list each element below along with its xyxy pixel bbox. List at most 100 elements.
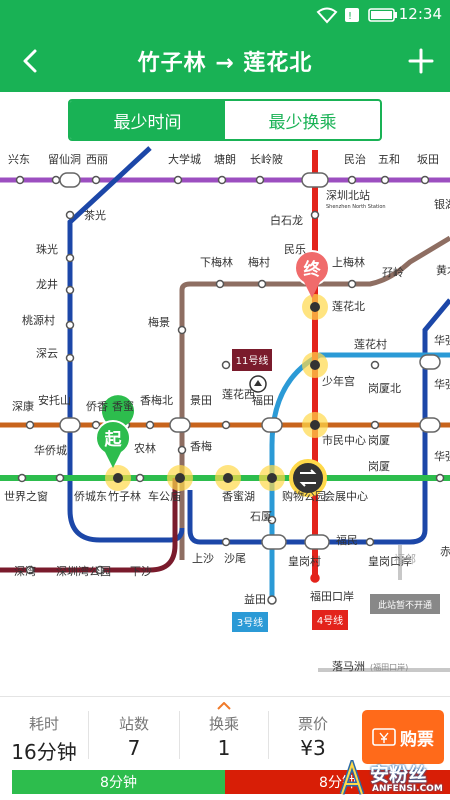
label-xiameilin: 下梅林 xyxy=(200,255,233,269)
tab-least-transfer[interactable]: 最少换乘 xyxy=(225,101,380,139)
label-gangxia-north: 岗厦北 xyxy=(368,382,401,395)
label-zhiling: 孖岭 xyxy=(382,265,404,279)
label-huangmugang: 黄木岗 xyxy=(436,263,450,277)
station-facility-icon xyxy=(249,375,267,393)
label-wuhe: 五和 xyxy=(378,153,400,166)
label-xiangmihu: 香蜜湖 xyxy=(222,489,255,503)
label-xiangmeibei: 香梅北 xyxy=(140,393,173,407)
svg-text:此站暂不开通: 此站暂不开通 xyxy=(378,599,432,611)
label-minzhi: 民治 xyxy=(344,152,366,166)
battery-icon xyxy=(368,8,397,22)
label-qiaoxiang: 侨香 xyxy=(86,400,108,413)
label-shenzhenbei-en: Shenzhen North Station xyxy=(326,204,386,210)
label-huaqianglu: 华强路 xyxy=(434,449,450,463)
label-xili: 西丽 xyxy=(86,153,108,166)
label-fumin: 福民 xyxy=(336,533,358,547)
stat-transfer[interactable]: 换乘 1 xyxy=(180,697,268,771)
label-gangxia-station: 岗厦 xyxy=(368,460,390,473)
svg-text:4号线: 4号线 xyxy=(317,614,343,627)
label-chiwei: 赤尾 xyxy=(440,545,450,558)
label-shangsha: 上沙 xyxy=(192,552,214,565)
label-gouwugongyuan: 购物公园 xyxy=(282,489,326,503)
stat-time: 耗时 16分钟 xyxy=(11,715,77,764)
label-xueyuan: 大学城 xyxy=(168,152,201,166)
clock: 12:34 xyxy=(398,5,442,23)
label-shangmeilin: 上梅林 xyxy=(332,255,365,269)
route-title: 竹子林 → 莲花北 xyxy=(137,51,313,76)
label-chaguang: 茶光 xyxy=(84,208,106,222)
label-lianhuacun: 莲花村 xyxy=(354,337,387,351)
label-chegongmiao: 车公庙 xyxy=(148,489,181,503)
label-fulin: 福邻 xyxy=(394,552,416,566)
label-huizhanzhongxin: 会展中心 xyxy=(324,490,368,503)
segment-green: 8分钟 xyxy=(12,770,225,794)
start-badge: 起 xyxy=(104,429,123,450)
label-qiaochengdong: 侨城东 xyxy=(74,490,107,503)
label-xingdong: 兴东 xyxy=(8,153,30,166)
label-shaonian: 少年宫 xyxy=(322,374,355,388)
label-lumazhou: 落马洲 xyxy=(332,660,365,673)
label-huaqiangbei: 华强北 xyxy=(434,377,450,391)
buy-ticket-button[interactable]: 购票 xyxy=(362,710,444,764)
app-header: 竹子林 → 莲花北 xyxy=(0,30,450,92)
svg-text:11号线: 11号线 xyxy=(236,354,269,367)
label-meijing: 梅景 xyxy=(148,315,170,329)
label-shixia: 石厦 xyxy=(250,510,272,523)
line-11-badge: 11号线 xyxy=(232,349,272,371)
watermark: 安粉丝 ANFENSI.COM xyxy=(338,760,450,800)
line-3-badge: 3号线 xyxy=(232,612,268,632)
label-xiangmei: 香梅 xyxy=(190,439,212,453)
label-shenzhenwan: 深圳湾公园 xyxy=(56,564,111,578)
label-shijiezhichuang: 世界之窗 xyxy=(4,489,48,503)
label-shenwan: 深湾 xyxy=(14,564,36,578)
label-shawei: 沙尾 xyxy=(224,552,246,565)
label-lumazhou-sub: (福田口岸) xyxy=(370,663,408,672)
label-bantian: 坂田 xyxy=(417,153,439,166)
label-meicun: 梅村 xyxy=(248,255,270,269)
label-shenkang: 深康 xyxy=(12,399,34,413)
chevron-up-icon[interactable] xyxy=(217,702,231,710)
label-xiangmi: 香蜜 xyxy=(112,399,134,413)
label-baishilong: 白石龙 xyxy=(270,213,303,227)
label-yinhu: 银湖 xyxy=(434,197,450,211)
label-futian: 福田 xyxy=(252,393,274,407)
label-longjing: 龙井 xyxy=(36,277,58,291)
end-badge: 终 xyxy=(304,259,322,280)
label-antuoshan: 安托山 xyxy=(38,393,71,407)
label-yitian: 益田 xyxy=(244,592,266,606)
ticket-icon xyxy=(372,728,396,746)
metro-map[interactable]: 起 终 兴东 留仙洞 西丽 大学城 塘朗 长岭陂 民治 五和 坂田 茶光 珠光 xyxy=(0,92,450,696)
label-zhuguang: 珠光 xyxy=(36,242,58,256)
status-bar: ! 12:34 xyxy=(0,0,450,30)
label-minle: 民乐 xyxy=(284,243,306,256)
stat-stops: 站数 7 xyxy=(118,715,149,760)
label-huaqiaocheng: 华侨城 xyxy=(34,443,67,457)
label-taoyuancun: 桃源村 xyxy=(22,313,55,327)
label-liuxiandong: 留仙洞 xyxy=(48,153,81,166)
watermark-logo-icon xyxy=(339,760,365,795)
label-xiasha: 下沙 xyxy=(130,565,152,578)
svg-text:!: ! xyxy=(348,11,352,22)
label-shenzhenbei: 深圳北站 xyxy=(326,188,370,202)
label-zhuzilin: 竹子林 xyxy=(108,489,141,503)
not-open-badge: 此站暂不开通 xyxy=(370,594,440,614)
label-huanggangcun: 皇岗村 xyxy=(288,554,321,568)
svg-text:3号线: 3号线 xyxy=(237,616,263,629)
label-shenyun: 深云 xyxy=(36,347,58,360)
metro-map-canvas: 起 终 兴东 留仙洞 西丽 大学城 塘朗 长岭陂 民治 五和 坂田 茶光 珠光 xyxy=(0,92,450,696)
label-nonglin: 农林 xyxy=(134,441,156,455)
line-4-badge: 4号线 xyxy=(312,610,348,630)
label-tanglang: 塘朗 xyxy=(214,152,236,166)
label-jingtian: 景田 xyxy=(190,394,212,407)
signal-icon: ! xyxy=(345,8,359,22)
label-lianhuaxi: 莲花西 xyxy=(222,388,255,401)
label-huaqiang: 华强 xyxy=(434,333,450,347)
label-futiankouan: 福田口岸 xyxy=(310,589,354,603)
label-changlingpi: 长岭陂 xyxy=(250,152,283,166)
route-mode-toggle: 最少时间 最少换乘 xyxy=(68,99,382,141)
label-lianhuabei: 莲花北 xyxy=(332,300,365,313)
label-gangxia: 岗厦 xyxy=(368,434,390,447)
tab-least-time[interactable]: 最少时间 xyxy=(70,101,225,139)
wifi-icon xyxy=(316,7,338,24)
plus-icon[interactable] xyxy=(404,44,438,78)
